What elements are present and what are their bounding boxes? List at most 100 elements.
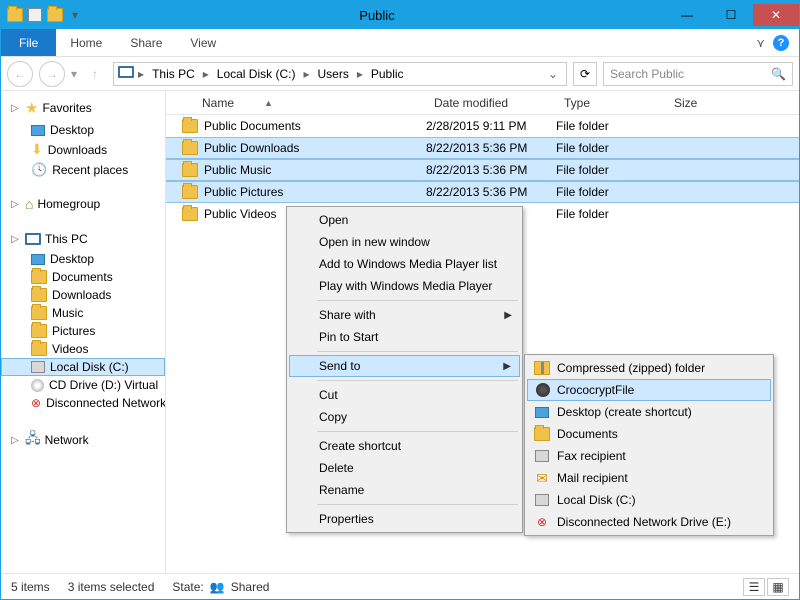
refresh-button[interactable]: ⟳ bbox=[573, 62, 597, 86]
folder-icon bbox=[182, 141, 198, 155]
menu-item[interactable]: Delete bbox=[289, 457, 520, 479]
sendto-submenu: Compressed (zipped) folderCrococryptFile… bbox=[524, 354, 774, 536]
tree-pc-videos[interactable]: Videos bbox=[1, 340, 165, 358]
status-selected: 3 items selected bbox=[68, 580, 155, 594]
file-row[interactable]: Public Documents2/28/2015 9:11 PMFile fo… bbox=[166, 115, 799, 137]
disk-icon bbox=[31, 361, 45, 373]
menu-item[interactable]: Pin to Start bbox=[289, 326, 520, 348]
help-button[interactable]: ? bbox=[773, 35, 789, 51]
file-date: 8/22/2013 5:36 PM bbox=[426, 185, 556, 199]
quick-access-toolbar: ▾ bbox=[1, 7, 89, 23]
tree-pc-desktop[interactable]: Desktop bbox=[1, 250, 165, 268]
window-controls: — ☐ ✕ bbox=[665, 4, 799, 26]
menu-item[interactable]: Properties bbox=[289, 508, 520, 530]
minimize-button[interactable]: — bbox=[665, 4, 709, 26]
tree-downloads[interactable]: ⬇Downloads bbox=[1, 139, 165, 160]
menu-item[interactable]: Copy bbox=[289, 406, 520, 428]
submenu-arrow-icon: ▶ bbox=[503, 361, 511, 372]
menu-item[interactable]: Documents bbox=[527, 423, 771, 445]
tree-pc-downloads[interactable]: Downloads bbox=[1, 286, 165, 304]
breadcrumb-sep-icon[interactable]: ▸ bbox=[355, 67, 365, 81]
tree-pc-pictures[interactable]: Pictures bbox=[1, 322, 165, 340]
close-button[interactable]: ✕ bbox=[753, 4, 799, 26]
file-date: 2/28/2015 9:11 PM bbox=[426, 119, 556, 133]
file-row[interactable]: Public Pictures8/22/2013 5:36 PMFile fol… bbox=[166, 181, 799, 203]
maximize-button[interactable]: ☐ bbox=[709, 4, 753, 26]
status-bar: 5 items 3 items selected State: 👥 Shared… bbox=[1, 573, 799, 599]
breadcrumb-localdisk[interactable]: Local Disk (C:) bbox=[213, 67, 300, 81]
menu-item[interactable]: Compressed (zipped) folder bbox=[527, 357, 771, 379]
breadcrumb-users[interactable]: Users bbox=[314, 67, 353, 81]
menu-item[interactable]: Local Disk (C:) bbox=[527, 489, 771, 511]
menu-item[interactable]: Play with Windows Media Player bbox=[289, 275, 520, 297]
address-dropdown-icon[interactable]: ⌄ bbox=[544, 67, 562, 81]
network-drive-disconnected-icon: ⊗ bbox=[31, 396, 41, 410]
tree-recent[interactable]: 🕓Recent places bbox=[1, 160, 165, 180]
tree-network[interactable]: ▷🖧Network bbox=[1, 426, 165, 456]
menu-item[interactable]: Send to▶ bbox=[289, 355, 520, 377]
file-type: File folder bbox=[556, 185, 666, 199]
breadcrumb-public[interactable]: Public bbox=[367, 67, 408, 81]
menu-item[interactable]: Cut bbox=[289, 384, 520, 406]
ribbon-tab-view[interactable]: View bbox=[176, 29, 230, 56]
col-name[interactable]: Name▲ bbox=[166, 96, 426, 110]
file-name: Public Documents bbox=[204, 119, 301, 133]
fax-icon bbox=[533, 447, 551, 465]
menu-item[interactable]: Fax recipient bbox=[527, 445, 771, 467]
qat-newfolder-icon[interactable] bbox=[47, 7, 63, 23]
file-name: Public Music bbox=[204, 163, 271, 177]
col-date[interactable]: Date modified bbox=[426, 96, 556, 110]
breadcrumb-sep-icon[interactable]: ▸ bbox=[201, 67, 211, 81]
col-size[interactable]: Size bbox=[666, 96, 746, 110]
tree-pc-localdisk[interactable]: Local Disk (C:) bbox=[1, 358, 165, 376]
menu-item[interactable]: CrococryptFile bbox=[527, 379, 771, 401]
up-button[interactable]: ↑ bbox=[83, 62, 107, 86]
tree-desktop[interactable]: Desktop bbox=[1, 121, 165, 139]
menu-separator bbox=[317, 300, 518, 301]
menu-item[interactable]: Add to Windows Media Player list bbox=[289, 253, 520, 275]
menu-item[interactable]: Share with▶ bbox=[289, 304, 520, 326]
search-box[interactable]: Search Public 🔍 bbox=[603, 62, 793, 86]
history-dropdown-icon[interactable]: ▾ bbox=[71, 67, 77, 81]
ribbon-tab-home[interactable]: Home bbox=[56, 29, 116, 56]
address-bar[interactable]: ▸ This PC ▸ Local Disk (C:) ▸ Users ▸ Pu… bbox=[113, 62, 567, 86]
menu-item[interactable]: Open bbox=[289, 209, 520, 231]
col-type[interactable]: Type bbox=[556, 96, 666, 110]
view-icons-button[interactable]: ▦ bbox=[767, 578, 789, 596]
menu-item[interactable]: Rename bbox=[289, 479, 520, 501]
qat-dropdown-icon[interactable]: ▾ bbox=[67, 7, 83, 23]
menu-item[interactable]: ⊗Disconnected Network Drive (E:) bbox=[527, 511, 771, 533]
ribbon-expand-icon[interactable]: ⋎ bbox=[756, 36, 765, 50]
breadcrumb-sep-icon[interactable]: ▸ bbox=[301, 67, 311, 81]
recent-icon: 🕓 bbox=[31, 162, 47, 178]
breadcrumb-sep-icon[interactable]: ▸ bbox=[136, 67, 146, 81]
ribbon-tab-share[interactable]: Share bbox=[116, 29, 176, 56]
search-placeholder: Search Public bbox=[610, 67, 684, 81]
menu-item[interactable]: Create shortcut bbox=[289, 435, 520, 457]
menu-separator bbox=[317, 380, 518, 381]
menu-item[interactable]: Open in new window bbox=[289, 231, 520, 253]
forward-button[interactable]: → bbox=[39, 61, 65, 87]
back-button[interactable]: ← bbox=[7, 61, 33, 87]
downloads-icon: ⬇ bbox=[31, 141, 43, 158]
file-row[interactable]: Public Downloads8/22/2013 5:36 PMFile fo… bbox=[166, 137, 799, 159]
tree-pc-documents[interactable]: Documents bbox=[1, 268, 165, 286]
tree-favorites[interactable]: ▷★Favorites bbox=[1, 97, 165, 121]
ribbon-file-tab[interactable]: File bbox=[1, 29, 56, 56]
view-details-button[interactable]: ☰ bbox=[743, 578, 765, 596]
netx-icon: ⊗ bbox=[533, 513, 551, 531]
folder-icon bbox=[182, 119, 198, 133]
tree-thispc[interactable]: ▷This PC bbox=[1, 230, 165, 250]
menu-item[interactable]: Desktop (create shortcut) bbox=[527, 401, 771, 423]
docf-icon bbox=[533, 425, 551, 443]
menu-item[interactable]: ✉Mail recipient bbox=[527, 467, 771, 489]
folder-icon bbox=[31, 306, 47, 320]
tree-pc-music[interactable]: Music bbox=[1, 304, 165, 322]
tree-pc-disconnected[interactable]: ⊗Disconnected Network bbox=[1, 394, 165, 412]
breadcrumb-thispc[interactable]: This PC bbox=[148, 67, 199, 81]
tree-homegroup[interactable]: ▷⌂Homegroup bbox=[1, 194, 165, 216]
status-count: 5 items bbox=[11, 580, 50, 594]
qat-properties-icon[interactable] bbox=[27, 7, 43, 23]
tree-pc-cddrive[interactable]: CD Drive (D:) Virtual bbox=[1, 376, 165, 394]
file-row[interactable]: Public Music8/22/2013 5:36 PMFile folder bbox=[166, 159, 799, 181]
